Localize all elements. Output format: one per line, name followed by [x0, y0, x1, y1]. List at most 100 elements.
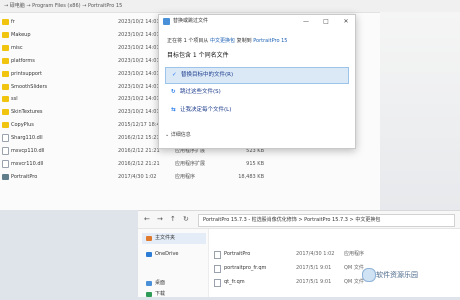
file-icon [2, 159, 9, 168]
nav-item-icon [146, 281, 152, 286]
decide-option-label: 让我决定每个文件(L) [180, 107, 232, 113]
file-date: 2023/10/2 14:01 [118, 57, 160, 64]
file-date: 2016/2/12 21:21 [118, 160, 160, 167]
file-date: 2015/12/17 18:42 [118, 122, 163, 129]
file-name: PortraitPro [224, 251, 251, 257]
folder-icon [2, 57, 9, 64]
file-name: PortraitPro [11, 173, 38, 180]
file-date: 2016/2/12 15:21 [118, 135, 160, 142]
file-name: SmoothSliders [11, 83, 48, 90]
address-bar[interactable]: PortraitPro 15.7.3 - 粒选股肖像优化修饰 > Portrai… [198, 214, 455, 227]
file-type: 应用程序扩展 [175, 160, 206, 167]
file-date: 2017/5/1 9:01 [296, 279, 332, 285]
file-name: ssl [11, 96, 18, 103]
refresh-button[interactable]: ↻ [183, 211, 189, 228]
file-icon [214, 251, 221, 259]
folder-icon [2, 96, 9, 103]
file-name: msvcr110.dll [11, 160, 44, 167]
file-name: Sharg110.dll [11, 135, 43, 142]
decide-option[interactable]: ⇆ 让我决定每个文件(L) [165, 103, 349, 118]
file-date: 2023/10/2 14:01 [118, 96, 160, 103]
file-size: 915 KB [246, 160, 264, 167]
file-type: QM 文件 [344, 279, 364, 285]
replace-option-label: 替换目标中的文件(R) [181, 72, 234, 78]
file-name: platforms [11, 57, 35, 64]
right-panel [380, 12, 460, 210]
bottom-toolbar: ← → ↑ ↻ PortraitPro 15.7.3 - 粒选股肖像优化修饰 >… [138, 211, 460, 229]
nav-item[interactable]: 下载 [142, 289, 206, 300]
skip-option[interactable]: ↻ 跳过这些文件(S) [165, 85, 349, 100]
watermark: 软件资源乐园 [376, 271, 418, 279]
folder-icon [2, 83, 9, 90]
file-name: portraitpro_fr.qm [224, 265, 267, 271]
nav-item[interactable]: 主文件夹 [142, 233, 206, 244]
file-date: 2016/2/12 21:21 [118, 148, 160, 154]
nav-item-label: 主文件夹 [155, 235, 176, 241]
file-type: 应用程序 [175, 173, 196, 180]
check-icon: ✓ [172, 72, 177, 78]
file-icon [2, 147, 9, 155]
file-date: 2017/4/30 1:02 [118, 173, 157, 180]
file-name: Makeup [11, 31, 31, 38]
background-breadcrumb[interactable]: → 碌电脑 → Program Files (x86) → PortraitPr… [4, 0, 122, 12]
forward-button[interactable]: → [157, 211, 163, 228]
destination-link[interactable]: PortraitPro 15 [253, 38, 287, 44]
back-button[interactable]: ← [144, 211, 150, 228]
folder-icon [2, 122, 9, 129]
file-icon [2, 134, 9, 143]
file-row[interactable]: PortraitPro 2017/4/30 1:02 应用程序 [212, 248, 452, 260]
skip-option-label: 跳过这些文件(S) [180, 89, 221, 95]
copy-icon [163, 18, 170, 25]
skip-icon: ↻ [171, 89, 176, 95]
app-icon [2, 173, 9, 180]
nav-item-icon [146, 236, 152, 241]
navigation-pane: 主文件夹 OneDrive 桌面下载 [138, 229, 209, 297]
file-name: fr [11, 19, 15, 25]
nav-item-label: 桌面 [155, 280, 166, 286]
dialog-title: 替换或跳过文件 [173, 18, 209, 24]
nav-item[interactable]: OneDrive [142, 249, 206, 260]
folder-icon [2, 109, 9, 116]
details-label: 详细信息 [170, 132, 191, 138]
compare-icon: ⇆ [171, 107, 176, 113]
close-button[interactable]: ✕ [339, 15, 353, 28]
file-name: msvcp110.dll [11, 148, 45, 154]
folder-icon [2, 19, 9, 25]
file-date: 2023/10/2 14:01 [118, 109, 160, 116]
file-icon [214, 265, 221, 273]
up-button[interactable]: ↑ [170, 211, 176, 228]
file-row[interactable]: PortraitPro 2017/4/30 1:02 应用程序 18,483 KB [0, 171, 330, 183]
nav-item-label: 下载 [155, 291, 166, 297]
replace-option[interactable]: ✓ 替换目标中的文件(R) [165, 67, 349, 84]
source-link[interactable]: 中文更换包 [210, 38, 235, 44]
minimize-button[interactable]: — [299, 15, 313, 28]
file-name: SkinTextures [11, 109, 43, 116]
maximize-button[interactable]: □ [319, 15, 333, 28]
file-type: 应用程序 [344, 251, 365, 257]
conflict-message: 目标包含 1 个同名文件 [167, 52, 229, 59]
folder-icon [2, 31, 9, 38]
nav-item-icon [146, 292, 152, 297]
file-name: printsupport [11, 70, 42, 77]
file-date: 2023/10/2 14:01 [118, 70, 160, 77]
file-icon [214, 279, 221, 287]
file-name: CopyPlus [11, 122, 34, 129]
copy-summary: 正在将 1 个项目从 中文更换包 复制到 PortraitPro 15 [167, 37, 287, 44]
summary-mid: 复制到 [236, 38, 252, 44]
nav-item-label: OneDrive [155, 251, 179, 257]
file-row[interactable]: msvcr110.dll 2016/2/12 21:21 应用程序扩展 915 KB [0, 158, 330, 170]
file-date: 2023/10/2 14:01 [118, 44, 160, 51]
address-text: PortraitPro 15.7.3 - 粒选股肖像优化修饰 > Portrai… [203, 217, 381, 223]
file-name: misc [11, 44, 23, 51]
file-name: qt_fr.qm [224, 279, 245, 285]
nav-item[interactable]: 桌面 [142, 278, 206, 289]
file-date: 2017/4/30 1:02 [296, 251, 335, 257]
file-date: 2017/5/1 9:01 [296, 265, 332, 271]
folder-icon [2, 70, 9, 77]
bottom-explorer-window: ← → ↑ ↻ PortraitPro 15.7.3 - 粒选股肖像优化修饰 >… [138, 210, 460, 297]
details-toggle[interactable]: ⌄ 详细信息 [165, 131, 191, 138]
file-date: 2023/10/2 14:01 [118, 83, 160, 90]
file-size: 18,483 KB [238, 173, 264, 180]
file-date: 2023/10/2 14:01 [118, 31, 160, 38]
replace-or-skip-dialog: 替换或跳过文件 — □ ✕ 正在将 1 个项目从 中文更换包 复制到 Portr… [158, 14, 356, 149]
